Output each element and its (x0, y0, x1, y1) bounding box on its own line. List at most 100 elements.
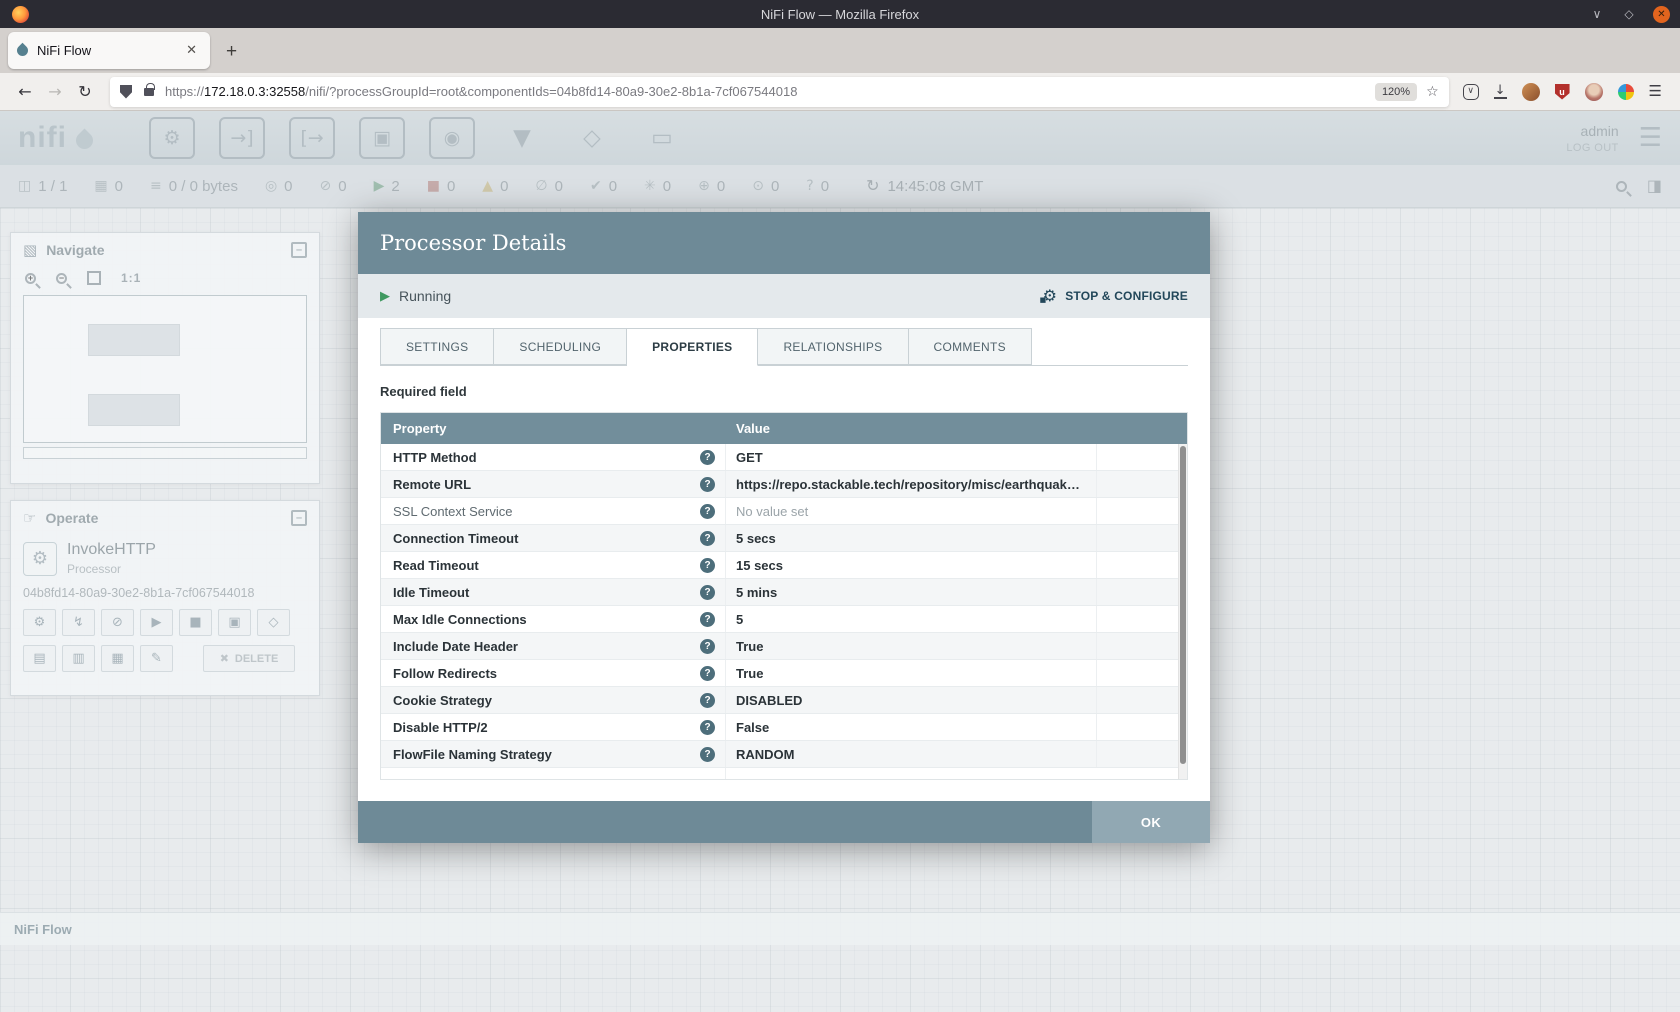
property-cell: SSL Context Service? (381, 498, 726, 524)
dialog-tabs: SETTINGSSCHEDULINGPROPERTIESRELATIONSHIP… (380, 328, 1188, 366)
property-extra-cell (1097, 579, 1187, 605)
property-cell (381, 768, 726, 780)
property-cell: Include Date Header? (381, 633, 726, 659)
property-row: Max Idle Connections?5 (381, 606, 1187, 633)
property-cell: Max Idle Connections? (381, 606, 726, 632)
help-icon[interactable]: ? (700, 693, 715, 708)
tab-settings[interactable]: SETTINGS (380, 328, 494, 365)
property-name: Max Idle Connections (393, 612, 700, 627)
required-field-label: Required field (380, 384, 1188, 399)
browser-menu-button[interactable]: ☰ (1649, 84, 1662, 99)
property-name: Idle Timeout (393, 585, 700, 600)
stop-configure-label: STOP & CONFIGURE (1065, 289, 1188, 303)
window-titlebar: NiFi Flow — Mozilla Firefox ∨ ◇ ✕ (0, 0, 1680, 28)
help-icon[interactable]: ? (700, 450, 715, 465)
property-value[interactable]: False (726, 714, 1097, 740)
help-icon[interactable]: ? (700, 585, 715, 600)
property-row: Cookie Strategy?DISABLED (381, 687, 1187, 714)
property-row: Read Timeout?15 secs (381, 552, 1187, 579)
new-tab-button[interactable]: + (226, 41, 237, 63)
property-row: Disable HTTP/2?False (381, 714, 1187, 741)
help-icon[interactable]: ? (700, 639, 715, 654)
property-value[interactable]: True (726, 633, 1097, 659)
downloads-icon[interactable]: ↓ (1494, 85, 1507, 99)
property-extra-cell (1097, 660, 1187, 686)
url-bar[interactable]: https://172.18.0.3:32558/nifi/?processGr… (110, 77, 1449, 107)
property-name: Remote URL (393, 477, 700, 492)
screen: NiFi Flow — Mozilla Firefox ∨ ◇ ✕ NiFi F… (0, 0, 1680, 1012)
property-row: Idle Timeout?5 mins (381, 579, 1187, 606)
lock-icon[interactable] (144, 88, 154, 96)
url-host: 172.18.0.3:32558 (204, 84, 305, 99)
property-column-header: Property (381, 421, 726, 436)
browser-tab[interactable]: NiFi Flow ✕ (8, 32, 210, 69)
property-cell: Disable HTTP/2? (381, 714, 726, 740)
property-name: Disable HTTP/2 (393, 720, 700, 735)
maximize-button[interactable]: ◇ (1621, 8, 1637, 20)
property-value[interactable]: 15 secs (726, 552, 1097, 578)
property-value[interactable]: 5 (726, 606, 1097, 632)
help-icon[interactable]: ? (700, 720, 715, 735)
nifi-page: nifi ⚙→][→▣◉▼◇▭ admin LOG OUT ☰ ◫1 / 1▦0… (0, 111, 1680, 1012)
property-value[interactable]: https://repo.stackable.tech/repository/m… (726, 471, 1097, 497)
property-value[interactable]: 5 mins (726, 579, 1097, 605)
bookmark-star-icon[interactable]: ☆ (1426, 85, 1439, 99)
tab-close-icon[interactable]: ✕ (182, 43, 201, 58)
property-cell: Cookie Strategy? (381, 687, 726, 713)
help-icon[interactable]: ? (700, 477, 715, 492)
property-value[interactable]: No value set (726, 498, 1097, 524)
tab-comments[interactable]: COMMENTS (909, 328, 1032, 365)
extension-icon-2[interactable] (1618, 84, 1634, 100)
tab-relationships[interactable]: RELATIONSHIPS (758, 328, 908, 365)
back-button[interactable]: ← (10, 78, 40, 106)
property-value[interactable]: True (726, 660, 1097, 686)
account-icon[interactable] (1585, 83, 1603, 101)
ublock-icon[interactable]: u (1555, 84, 1570, 100)
stop-configure-icon: ⚙ (1043, 288, 1058, 304)
property-name: Connection Timeout (393, 531, 700, 546)
help-icon[interactable]: ? (700, 747, 715, 762)
properties-rows: HTTP Method?GETRemote URL?https://repo.s… (381, 444, 1187, 780)
url-scheme: https:// (165, 84, 204, 99)
property-value[interactable]: RANDOM (726, 741, 1097, 767)
help-icon[interactable]: ? (700, 504, 715, 519)
help-icon[interactable]: ? (700, 666, 715, 681)
value-column-header: Value (726, 421, 1097, 436)
property-name: Follow Redirects (393, 666, 700, 681)
url-path: /nifi/?processGroupId=root&componentIds=… (305, 84, 797, 99)
help-icon[interactable]: ? (700, 558, 715, 573)
property-value[interactable]: GET (726, 444, 1097, 470)
close-button[interactable]: ✕ (1653, 6, 1670, 23)
property-row: FlowFile Naming Strategy?RANDOM (381, 741, 1187, 768)
properties-table: Property Value HTTP Method?GETRemote URL… (380, 412, 1188, 780)
table-scrollbar[interactable] (1178, 444, 1187, 779)
tab-scheduling[interactable]: SCHEDULING (494, 328, 627, 365)
property-name: HTTP Method (393, 450, 700, 465)
property-cell: Idle Timeout? (381, 579, 726, 605)
dialog-body: SETTINGSSCHEDULINGPROPERTIESRELATIONSHIP… (358, 318, 1210, 801)
running-icon: ▶ (380, 290, 390, 303)
property-extra-cell (1097, 741, 1187, 767)
property-value[interactable]: 5 secs (726, 525, 1097, 551)
tab-properties[interactable]: PROPERTIES (627, 328, 758, 366)
reload-button[interactable]: ↻ (70, 78, 100, 106)
property-cell: Remote URL? (381, 471, 726, 497)
help-icon[interactable]: ? (700, 531, 715, 546)
stop-and-configure-button[interactable]: ⚙ STOP & CONFIGURE (1043, 288, 1188, 304)
url-text[interactable]: https://172.18.0.3:32558/nifi/?processGr… (165, 84, 1375, 99)
minimize-button[interactable]: ∨ (1589, 8, 1605, 20)
help-icon[interactable]: ? (700, 612, 715, 627)
pocket-icon[interactable]: ∨ (1463, 84, 1479, 100)
run-status-label: Running (399, 288, 451, 304)
ok-button[interactable]: OK (1092, 801, 1210, 843)
extension-icon-1[interactable] (1522, 83, 1540, 101)
property-cell: Connection Timeout? (381, 525, 726, 551)
property-value[interactable]: DISABLED (726, 687, 1097, 713)
tracking-protection-shield-icon[interactable] (120, 85, 132, 99)
dialog-footer: OK (358, 801, 1210, 843)
table-scrollbar-thumb[interactable] (1180, 446, 1186, 764)
property-extra-cell (1097, 444, 1187, 470)
property-extra-cell (1097, 714, 1187, 740)
zoom-level-badge[interactable]: 120% (1375, 83, 1417, 101)
property-cell: Follow Redirects? (381, 660, 726, 686)
